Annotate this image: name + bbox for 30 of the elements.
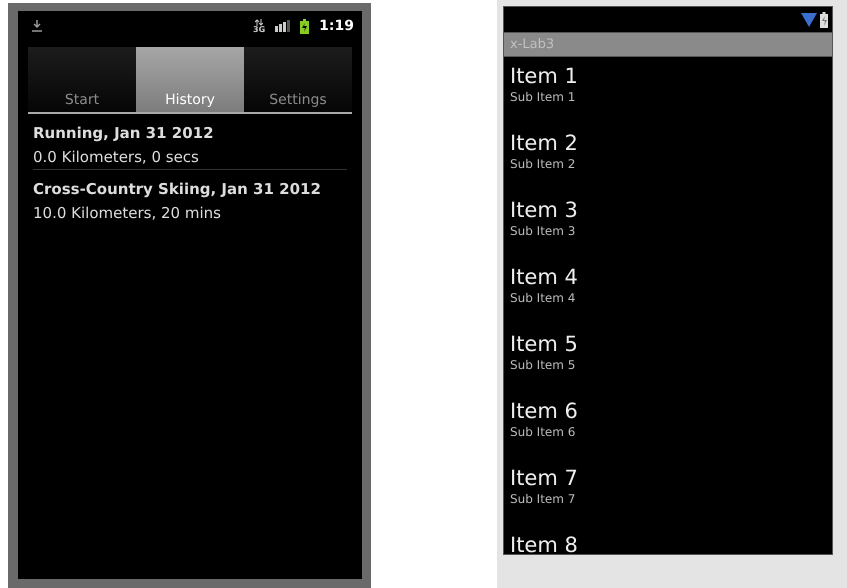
item-title[interactable]: Item 1 bbox=[510, 63, 826, 89]
battery-icon bbox=[300, 18, 310, 34]
item-title[interactable]: Item 8 bbox=[510, 532, 826, 554]
item-title[interactable]: Item 6 bbox=[510, 398, 826, 424]
item-subtitle: Sub Item 2 bbox=[510, 156, 576, 172]
history-title[interactable]: Cross-Country Skiing, Jan 31 2012 bbox=[33, 177, 347, 201]
history-detail: 10.0 Kilometers, 20 mins bbox=[33, 203, 222, 224]
signal-icon bbox=[275, 20, 290, 32]
item-subtitle: Sub Item 4 bbox=[510, 290, 576, 306]
item-subtitle: Sub Item 5 bbox=[510, 357, 576, 373]
tab[interactable]: Start bbox=[28, 47, 136, 112]
item-subtitle: Sub Item 6 bbox=[510, 424, 576, 440]
wifi-icon bbox=[801, 12, 817, 26]
item-title[interactable]: Item 5 bbox=[510, 331, 826, 357]
clock-time: 1:19 bbox=[319, 18, 354, 34]
battery-icon bbox=[820, 12, 828, 28]
item-title[interactable]: Item 3 bbox=[510, 197, 826, 223]
item-title[interactable]: Item 2 bbox=[510, 130, 826, 156]
item-subtitle: Sub Item 1 bbox=[510, 89, 576, 105]
item-subtitle: Sub Item 3 bbox=[510, 223, 576, 239]
item-title[interactable]: Item 4 bbox=[510, 264, 826, 290]
item-subtitle: Sub Item 7 bbox=[510, 491, 576, 507]
tab[interactable]: Settings bbox=[244, 47, 352, 112]
download-icon bbox=[32, 20, 42, 32]
history-title[interactable]: Running, Jan 31 2012 bbox=[33, 121, 347, 145]
tab[interactable]: History bbox=[136, 47, 244, 112]
network-type: 3G bbox=[253, 26, 266, 34]
history-detail: 0.0 Kilometers, 0 secs bbox=[33, 147, 200, 168]
item-title[interactable]: Item 7 bbox=[510, 465, 826, 491]
data-arrows-icon bbox=[255, 18, 264, 26]
